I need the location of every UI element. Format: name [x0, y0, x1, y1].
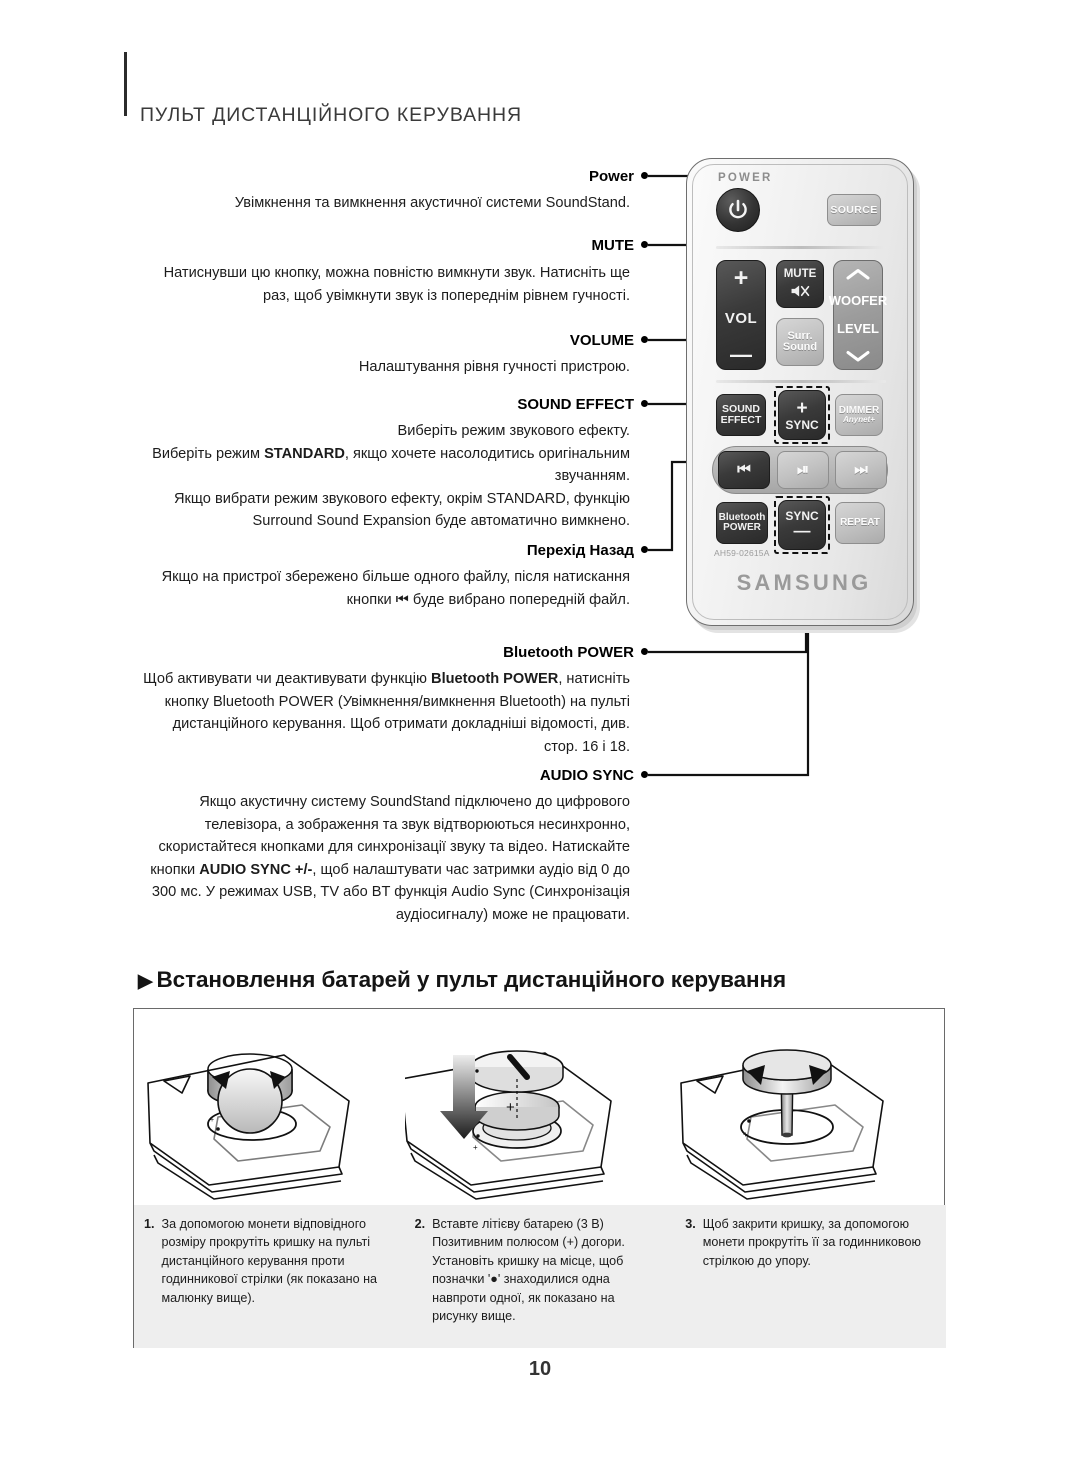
se-line-3: Якщо вибрати режим звукового ефекту, окр…	[174, 490, 630, 530]
callout-dot-skip-back	[641, 546, 648, 553]
mute-speaker-icon	[791, 285, 810, 297]
woofer-line-2: LEVEL	[837, 321, 879, 337]
bt-bold: Bluetooth POWER	[431, 671, 559, 687]
surround-sound-button[interactable]: Surr. Sound	[776, 318, 824, 366]
bluetooth-power-button[interactable]: Bluetooth POWER	[716, 502, 768, 544]
section-heading-text: Встановлення батарей у пульт дистанційно…	[156, 967, 787, 992]
bluetooth-line-2: POWER	[723, 522, 761, 533]
callout-dot-bluetooth-power	[641, 648, 648, 655]
callout-desc-volume: Налаштування рівня гучності пристрою.	[358, 359, 630, 375]
as-bold: AUDIO SYNC +/-	[199, 861, 313, 878]
volume-down-icon: —	[730, 342, 752, 367]
callout-desc-power: Увімкнення та вимкнення акустичної систе…	[234, 195, 630, 211]
step-item-1: 1. За допомогою монети відповідного розм…	[134, 1205, 405, 1348]
callout-label-power: Power	[588, 168, 634, 185]
repeat-button[interactable]: REPEAT	[835, 502, 885, 544]
step-item-3: 3. Щоб закрити кришку, за допомогою моне…	[675, 1205, 946, 1348]
remote-control-illustration: POWER SOURCE + VOL — MUTE Surr. Sound WO…	[672, 150, 942, 650]
se-standard-bold: STANDARD	[264, 445, 345, 462]
next-track-button[interactable]: ⏭	[835, 451, 887, 489]
step-1-text: За допомогою монети відповідного розміру…	[161, 1217, 378, 1305]
surround-line-2: Sound	[782, 341, 818, 353]
remote-separator-top	[716, 246, 886, 249]
sound-effect-line-2: EFFECT	[720, 414, 762, 426]
step-3-number: 3.	[685, 1217, 696, 1231]
sound-effect-button[interactable]: SOUND EFFECT	[716, 394, 766, 436]
figure-1-unscrew-cover: +	[134, 1009, 405, 1205]
source-button[interactable]: SOURCE	[827, 194, 881, 226]
prev-track-icon: ⏮	[395, 591, 409, 608]
svg-text:+: +	[210, 1117, 214, 1124]
se-line-2c: , якщо хочете насолодитись оригінальним …	[344, 445, 630, 485]
callout-label-bluetooth-power: Bluetooth POWER	[503, 644, 634, 661]
callout-dot-volume	[641, 336, 648, 343]
figure-2-insert-battery: + + +	[399, 1009, 676, 1205]
remote-model-number: AH59-02615A	[714, 548, 770, 558]
remote-power-label: POWER	[718, 172, 773, 184]
callout-dot-power	[641, 172, 648, 179]
callout-label-sound-effect: SOUND EFFECT	[517, 396, 634, 413]
callout-label-skip-back: Перехід Назад	[526, 542, 634, 559]
step-caption-row: 1. За допомогою монети відповідного розм…	[134, 1205, 946, 1348]
figure-3-screw-cover: +	[675, 1009, 946, 1205]
anynet-label: Anynet+	[843, 415, 875, 425]
battery-install-figure-box: + + + + 1. За допомогою монети відповідн…	[133, 1008, 946, 1348]
highlight-box-sync-plus	[774, 386, 830, 444]
highlight-box-sync-minus	[774, 496, 830, 554]
volume-rocker-button[interactable]: + VOL —	[716, 260, 766, 370]
svg-text:+: +	[506, 1099, 515, 1116]
chevron-up-icon	[846, 269, 870, 280]
step-1-number: 1.	[144, 1217, 155, 1231]
callout-label-mute: MUTE	[591, 237, 635, 254]
woofer-level-button[interactable]: WOOFER LEVEL	[829, 260, 887, 370]
callout-label-audio-sync: AUDIO SYNC	[539, 767, 634, 784]
dimmer-button[interactable]: DIMMER Anynet+	[835, 394, 883, 436]
callout-desc-sound-effect: Виберіть режим звукового ефекту. Виберіт…	[140, 420, 630, 533]
step-3-text: Щоб закрити кришку, за допомогою монети …	[702, 1217, 921, 1268]
power-icon[interactable]	[716, 188, 760, 232]
svg-text:+: +	[473, 1143, 478, 1152]
section-heading: ▶ Встановлення батарей у пульт дистанційн…	[138, 967, 786, 993]
step-2-text: Вставте літієву батарею (3 В) Позитивним…	[432, 1217, 625, 1324]
samsung-logo: SAMSUNG	[736, 570, 872, 595]
callout-desc-skip-back: Якщо на пристрої збережено більше одного…	[150, 566, 630, 611]
skip-back-text-b: буде вибрано попередній файл.	[408, 591, 630, 608]
manual-page: ПУЛЬТ ДИСТАНЦІЙНОГО КЕРУВАННЯ Power Увім…	[0, 0, 1080, 1479]
callout-dot-sound-effect	[641, 400, 648, 407]
callout-dot-mute	[641, 241, 648, 248]
figure-row: + + + +	[134, 1009, 946, 1205]
mute-label: MUTE	[783, 268, 817, 281]
callout-desc-mute: Натиснувши цю кнопку, можна повністю вим…	[163, 265, 630, 304]
step-2-number: 2.	[414, 1217, 426, 1231]
se-line-2a: Виберіть режим	[152, 445, 265, 462]
step-item-2: 2. Вставте літієву батарею (3 В) Позитив…	[405, 1205, 676, 1348]
bt-text-a: Щоб активувати чи деактивувати функцію	[143, 671, 432, 687]
remote-separator-mid	[716, 380, 886, 383]
volume-up-icon: +	[733, 264, 749, 292]
callout-desc-bluetooth-power: Щоб активувати чи деактивувати функцію B…	[140, 668, 630, 758]
volume-label: VOL	[724, 309, 758, 327]
section-marker-icon: ▶	[138, 971, 153, 992]
callout-label-volume: VOLUME	[569, 332, 634, 349]
se-line-1: Виберіть режим звукового ефекту.	[397, 423, 630, 439]
woofer-line-1: WOOFER	[828, 293, 888, 309]
play-pause-button[interactable]: ⏯	[777, 451, 829, 489]
chevron-down-icon	[846, 350, 870, 362]
callout-desc-audio-sync: Якщо акустичну систему SoundStand підклю…	[140, 791, 630, 926]
mute-button[interactable]: MUTE	[776, 260, 824, 308]
previous-track-button[interactable]: ⏮	[718, 451, 770, 489]
svg-text:+: +	[743, 1130, 748, 1139]
callout-dot-audio-sync	[641, 771, 648, 778]
page-number: 10	[528, 1358, 552, 1380]
